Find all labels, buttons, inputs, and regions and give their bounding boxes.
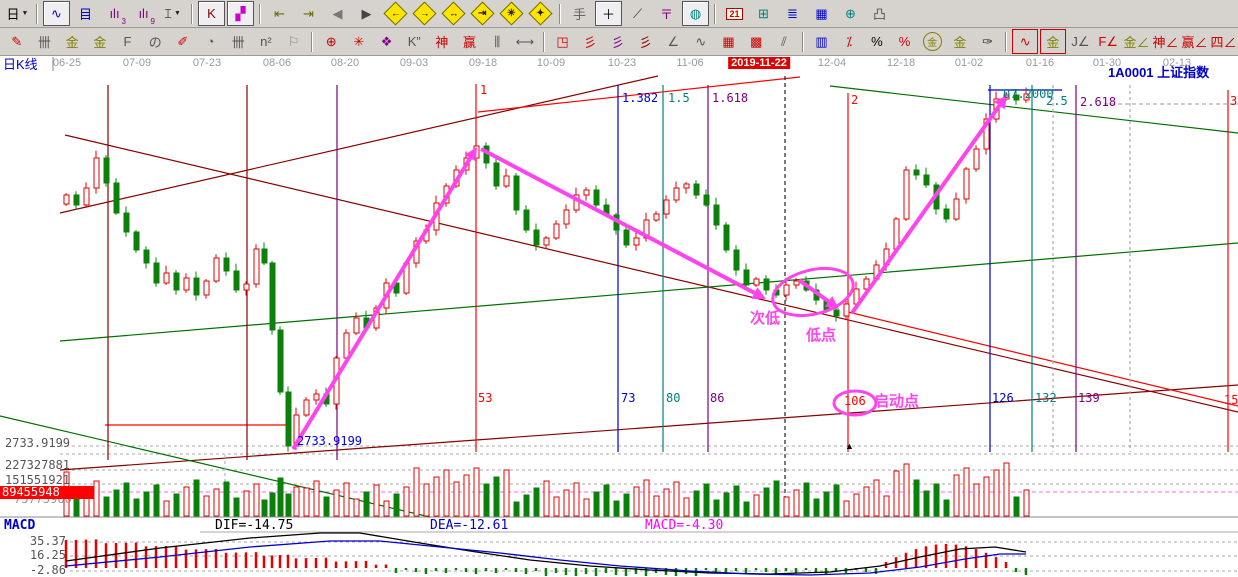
span-arrow-icon[interactable]: ⟷: [512, 29, 538, 54]
first-page-icon[interactable]: ⇤: [266, 1, 293, 26]
spiral-gate-icon[interactable]: の: [142, 29, 168, 54]
diamond-expand-icon[interactable]: ↔: [440, 1, 467, 26]
black-brush-icon[interactable]: ✑: [975, 29, 1001, 54]
period-selector[interactable]: 日▼: [4, 1, 31, 26]
candle-style-selector[interactable]: ⌶▼: [159, 1, 186, 26]
info-board-icon[interactable]: 目: [72, 1, 99, 26]
prev-bar-icon[interactable]: ◀: [324, 1, 351, 26]
print-icon[interactable]: 凸: [866, 1, 893, 26]
k-pattern-icon[interactable]: K: [198, 1, 225, 26]
toolbar-separator: [311, 32, 313, 52]
circle-ruler-icon[interactable]: ◔: [198, 29, 224, 54]
diamond-zoom-in-icon[interactable]: →: [411, 1, 438, 26]
j-angle-icon[interactable]: J∠: [1068, 29, 1094, 54]
calculator-icon[interactable]: ⊞: [750, 1, 777, 26]
diamond-zoom-out-icon[interactable]: ←: [382, 1, 409, 26]
hand-tool-icon[interactable]: 手: [566, 1, 593, 26]
crosshair-tool-icon[interactable]: ＋: [595, 1, 622, 26]
percent-line-icon[interactable]: %: [892, 29, 918, 54]
next-bar-icon[interactable]: ▶: [353, 1, 380, 26]
stats-panel-icon[interactable]: ▥: [809, 29, 835, 54]
star-burst-icon[interactable]: ✳: [346, 29, 372, 54]
calendar-icon[interactable]: 21: [721, 1, 748, 26]
circle-cross-icon[interactable]: ⊕: [318, 29, 344, 54]
color-histogram-icon[interactable]: ▞: [227, 1, 254, 26]
chart-background[interactable]: [0, 56, 1238, 577]
wave-lines-icon[interactable]: ∿: [688, 29, 714, 54]
ruler125-icon[interactable]: ⫼: [484, 29, 510, 54]
save-icon[interactable]: ▦: [808, 1, 835, 26]
percent-icon[interactable]: %: [864, 29, 890, 54]
toolbar-separator: [36, 4, 38, 24]
minute3-bars-icon[interactable]: ılı3: [101, 1, 128, 26]
shen-tool-icon[interactable]: 神: [429, 29, 455, 54]
si-angle-icon[interactable]: 四∠: [1210, 29, 1237, 54]
grid-arrow-icon[interactable]: ▩: [743, 29, 769, 54]
f-gate-icon[interactable]: F: [115, 29, 141, 54]
fan-box-red-icon[interactable]: 彡: [633, 29, 659, 54]
gold-select-icon[interactable]: 金: [1040, 29, 1066, 54]
boxed-star-icon[interactable]: ❖: [374, 29, 400, 54]
toolbar-separator: [1005, 32, 1007, 52]
analysis-brain-icon[interactable]: ◍: [682, 1, 709, 26]
fan-lines-icon[interactable]: 彡: [577, 29, 603, 54]
gold-circle-icon[interactable]: 金: [919, 29, 945, 54]
ruler-icon[interactable]: 卌: [32, 29, 58, 54]
box-tool-icon[interactable]: ◳: [550, 29, 576, 54]
diamond-burst-icon[interactable]: ✳: [498, 1, 525, 26]
plain-ruler-icon[interactable]: 卌: [225, 29, 251, 54]
angle-lines-icon[interactable]: ∠: [660, 29, 686, 54]
toolbar-separator: [802, 32, 804, 52]
wave-select-icon[interactable]: ∿: [1012, 29, 1038, 54]
toolbar-separator: [191, 4, 193, 24]
grid-tool-icon[interactable]: ▦: [716, 29, 742, 54]
toolbar-separator: [559, 4, 561, 24]
ying-angle-icon[interactable]: 赢∠: [1181, 29, 1208, 54]
trendline-mode-icon[interactable]: ∿: [43, 1, 70, 26]
gold-line-icon[interactable]: 金: [947, 29, 973, 54]
ying-tool-icon[interactable]: 赢: [457, 29, 483, 54]
toolbar-main: 日▼∿目ılı3ılı9⌶▼K▞⇤⇥◀▶←→↔⇥✳✦手＋⟋〒◍21⊞≣▦⊕凸: [0, 0, 1238, 28]
k-quote-icon[interactable]: K”: [401, 29, 427, 54]
last-page-icon[interactable]: ⇥: [295, 1, 322, 26]
n2-ruler-icon[interactable]: n²: [253, 29, 279, 54]
brush-ruler-icon[interactable]: ✐: [170, 29, 196, 54]
toolbar-drawing: ✎卌金金Fの✐◔卌n²⚐⊕✳❖K”神赢⫼⟷◳彡彡彡∠∿▦▩⫽▥⁒%%金金✑∿金J…: [0, 28, 1238, 56]
f-angle-icon[interactable]: F∠: [1095, 29, 1121, 54]
diamond-compress-icon[interactable]: ⇥: [469, 1, 496, 26]
diamond-restore-icon[interactable]: ✦: [527, 1, 554, 26]
toolbar-separator: [543, 32, 545, 52]
marker-tool-icon[interactable]: 〒: [653, 1, 680, 26]
brush-icon[interactable]: ✎: [4, 29, 30, 54]
gold-angle-icon[interactable]: 金∠: [1123, 29, 1150, 54]
notepad-icon[interactable]: ≣: [779, 1, 806, 26]
gold-gate2-icon[interactable]: 金: [87, 29, 113, 54]
parallel-lines-icon[interactable]: ⫽: [771, 29, 797, 54]
toolbar-separator: [714, 4, 716, 24]
export-web-icon[interactable]: ⊕: [837, 1, 864, 26]
minute9-bars-icon[interactable]: ılı9: [130, 1, 157, 26]
flag-tool-icon[interactable]: ⚐: [281, 29, 307, 54]
gold-gate1-icon[interactable]: 金: [59, 29, 85, 54]
toolbar-separator: [259, 4, 261, 24]
fan-box-purple-icon[interactable]: 彡: [605, 29, 631, 54]
shen-angle-icon[interactable]: 神∠: [1152, 29, 1179, 54]
segment-tool-icon[interactable]: ⟋: [624, 1, 651, 26]
percent-slash-icon[interactable]: ⁒: [836, 29, 862, 54]
